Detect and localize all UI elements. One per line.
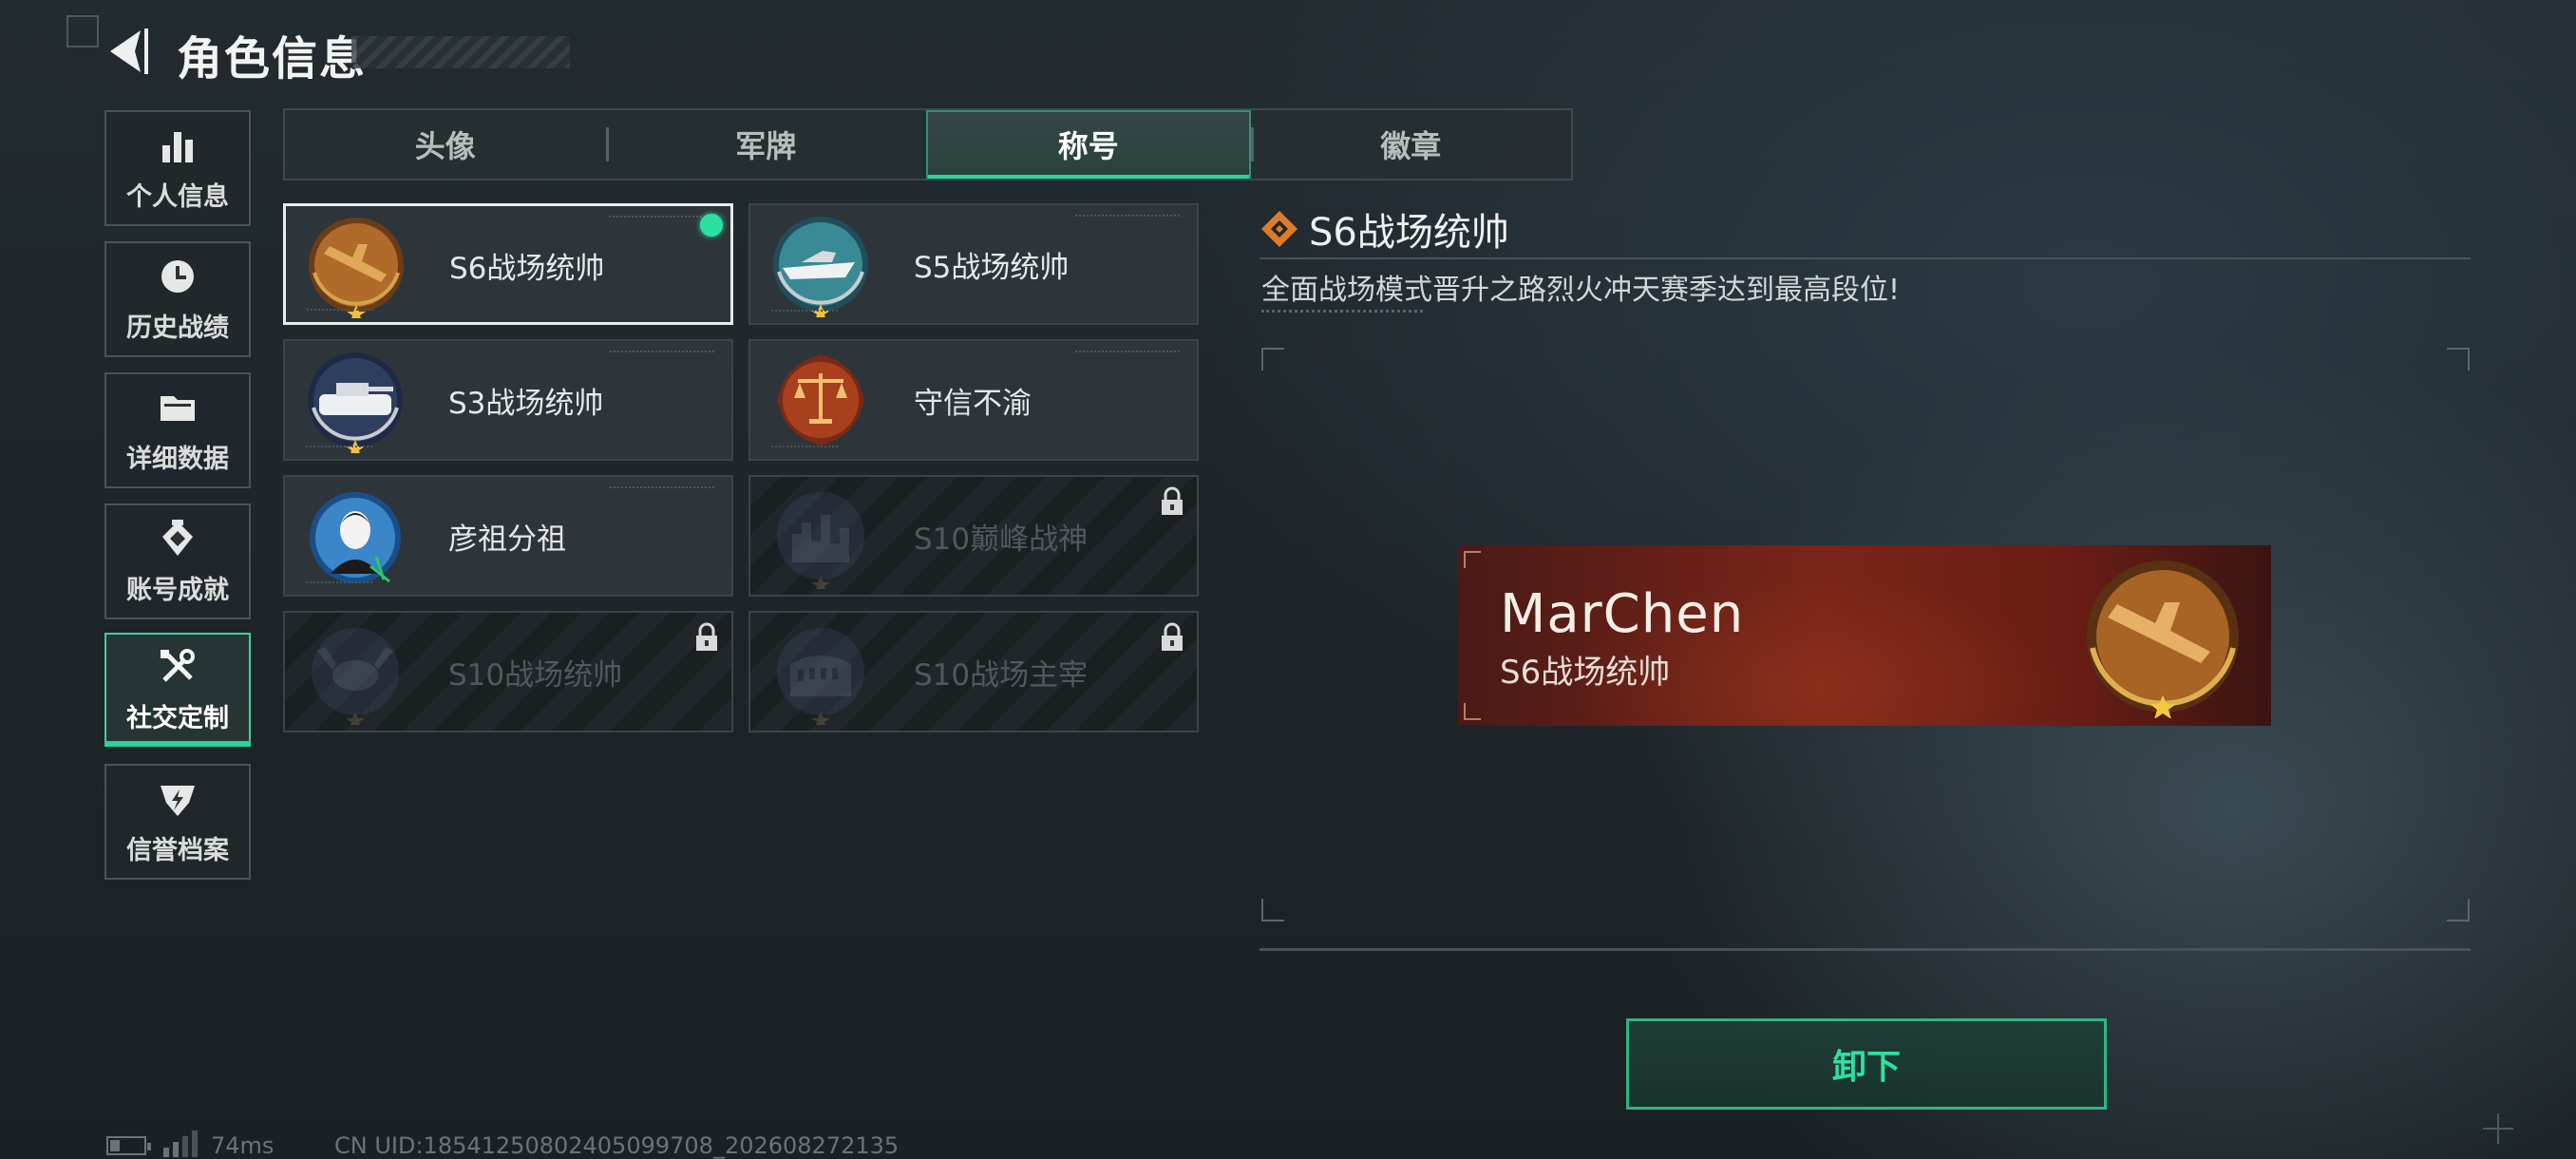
detail-title: S6战场统帅	[1309, 211, 1509, 255]
title-card-name: S10战场统帅	[448, 657, 623, 693]
sidebar-item-detailed-data[interactable]: 详细数据	[104, 372, 251, 488]
corner-decoration	[66, 15, 99, 48]
title-card-yanzu[interactable]: 彦祖分祖	[283, 475, 733, 597]
tab-title[interactable]: 称号	[926, 110, 1251, 179]
title-card-name: S10战场主宰	[914, 657, 1089, 693]
jet-emblem-icon	[309, 218, 404, 318]
crab-emblem-icon	[312, 628, 399, 725]
title-card-s5-commander[interactable]: S5战场统帅	[748, 203, 1199, 325]
banner-player-name: MarChen	[1500, 583, 1745, 645]
banner-corner	[1464, 703, 1481, 720]
card-decoration	[307, 309, 373, 311]
title-card-name: S6战场统帅	[449, 251, 605, 286]
tank-emblem-icon	[308, 352, 403, 453]
tab-badge[interactable]: 徽章	[1250, 110, 1572, 179]
folder-icon	[161, 395, 195, 421]
detail-description: 全面战场模式晋升之路烈火冲天赛季达到最高段位!	[1261, 274, 1901, 307]
lock-icon	[696, 622, 717, 651]
card-decoration	[610, 486, 714, 492]
card-decoration	[1075, 351, 1180, 356]
card-decoration	[1075, 215, 1180, 220]
achievement-icon	[162, 519, 193, 556]
divider	[1260, 257, 2471, 259]
card-decoration	[771, 310, 838, 312]
sidebar-item-achievements[interactable]: 账号成就	[104, 504, 251, 619]
equipped-indicator	[700, 214, 723, 237]
boat-emblem-icon	[773, 217, 868, 317]
colosseum-emblem-icon	[777, 628, 864, 725]
card-decoration	[609, 216, 713, 221]
title-card-trustworthy[interactable]: 守信不渝	[748, 339, 1199, 461]
sidebar-item-label: 历史战绩	[126, 313, 229, 343]
jet-emblem-icon	[2087, 560, 2239, 718]
preview-frame-corner	[1261, 899, 1284, 922]
tab-dog-tag[interactable]: 军牌	[605, 110, 927, 179]
card-decoration	[306, 581, 372, 583]
preview-frame-corner	[2447, 899, 2470, 922]
title-card-s10-dominator[interactable]: S10战场主宰	[748, 611, 1199, 732]
sidebar-item-label: 社交定制	[126, 703, 229, 733]
city-emblem-icon	[777, 492, 864, 589]
sidebar-item-history[interactable]: 历史战绩	[104, 241, 251, 357]
sidebar-item-personal-info[interactable]: 个人信息	[104, 110, 251, 226]
divider	[1260, 948, 2471, 951]
title-decoration	[351, 36, 570, 68]
title-card-name: 守信不渝	[914, 386, 1032, 421]
card-decoration	[771, 446, 838, 447]
back-arrow-icon[interactable]	[103, 25, 150, 78]
ping-value: 74ms	[211, 1132, 275, 1159]
signal-icon	[163, 1130, 198, 1157]
title-card-name: 彦祖分祖	[448, 522, 566, 557]
sidebar-item-social-custom[interactable]: 社交定制	[104, 633, 251, 747]
title-card-name: S3战场统帅	[448, 386, 604, 421]
lock-icon	[1162, 622, 1183, 651]
uid-text: CN UID:18541250802405099708_202608272135	[334, 1132, 900, 1159]
page-title: 角色信息	[177, 32, 368, 86]
shield-icon	[161, 785, 195, 816]
title-card-s10-peak-god[interactable]: S10巅峰战神	[748, 475, 1199, 597]
description-decoration	[1261, 310, 1423, 313]
card-decoration	[610, 351, 714, 356]
title-card-name: S10巅峰战神	[914, 522, 1089, 557]
title-banner-preview: MarChen S6战场统帅	[1458, 545, 2271, 726]
card-decoration	[306, 446, 372, 447]
banner-corner	[1464, 551, 1481, 568]
portrait-emblem-icon	[310, 492, 401, 583]
sidebar-item-credit-record[interactable]: 信誉档案	[104, 764, 251, 880]
lock-icon	[1162, 486, 1183, 515]
preview-frame-corner	[2447, 348, 2470, 370]
unequip-button[interactable]: 卸下	[1626, 1018, 2107, 1110]
diamond-icon	[1261, 211, 1297, 247]
battery-icon	[106, 1136, 151, 1155]
title-card-name: S5战场统帅	[914, 250, 1070, 285]
plus-decoration-icon	[2483, 1113, 2513, 1144]
tab-avatar[interactable]: 头像	[285, 110, 606, 179]
sidebar-item-label: 信誉档案	[126, 835, 229, 865]
bar-chart-icon	[162, 131, 193, 162]
sidebar-item-label: 账号成就	[126, 575, 229, 605]
preview-frame-corner	[1261, 348, 1284, 370]
tab-bar: 头像 军牌 称号 徽章	[283, 108, 1573, 180]
sidebar-item-label: 详细数据	[126, 444, 229, 474]
title-card-s10-commander[interactable]: S10战场统帅	[283, 611, 733, 732]
clock-icon	[161, 259, 194, 293]
sidebar-item-label: 个人信息	[126, 181, 229, 212]
title-card-s3-commander[interactable]: S3战场统帅	[283, 339, 733, 461]
title-card-s6-commander[interactable]: S6战场统帅	[283, 203, 733, 325]
scales-emblem-icon	[777, 354, 864, 446]
banner-title: S6战场统帅	[1500, 654, 1671, 692]
tools-icon	[161, 648, 195, 682]
